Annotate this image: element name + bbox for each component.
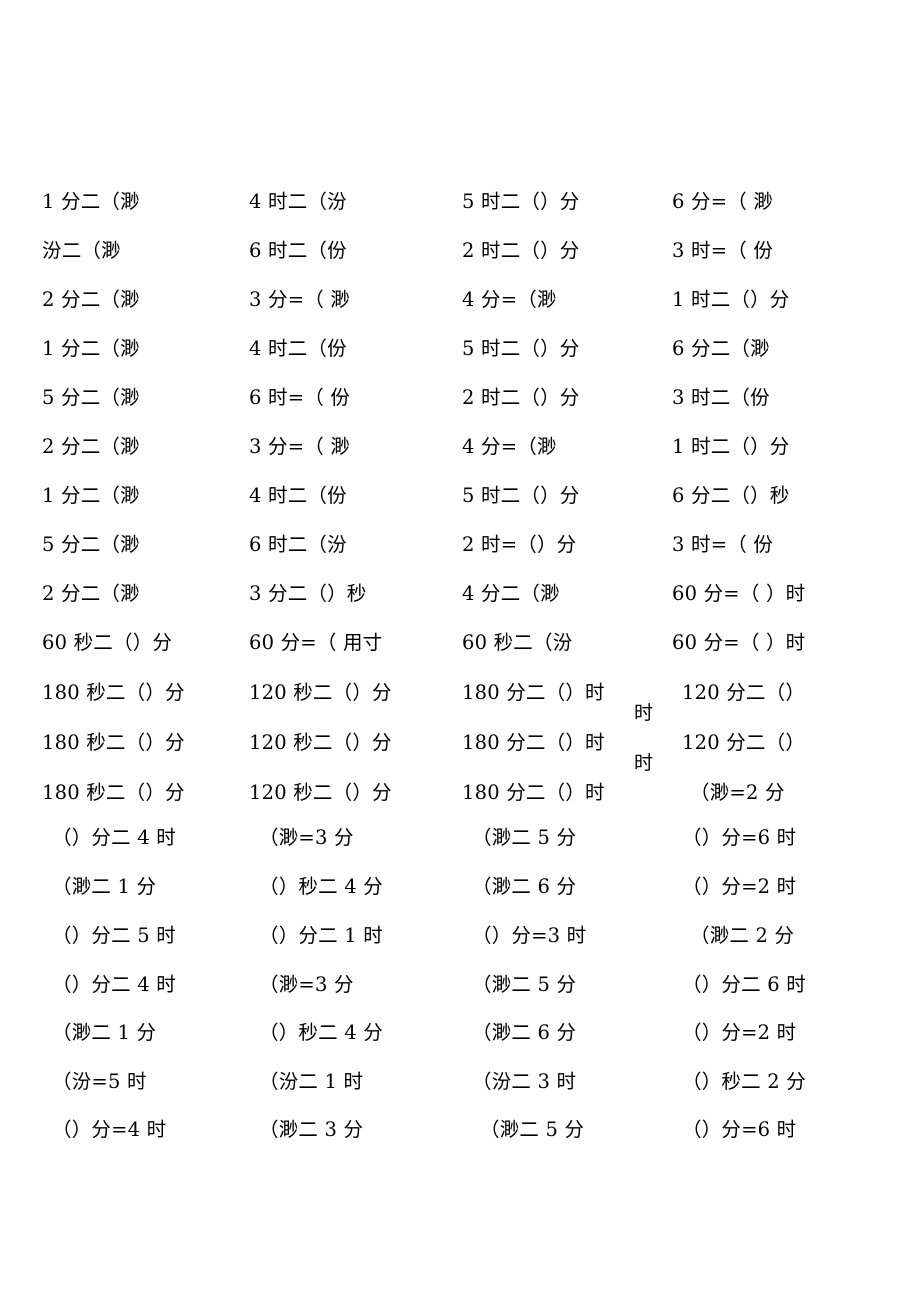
exercise-item[interactable]: （）分=2 时 xyxy=(682,877,796,897)
exercise-item[interactable]: 180 分二（）时 xyxy=(462,733,605,753)
exercise-item[interactable]: （渺二 5 分 xyxy=(472,828,576,848)
exercise-item[interactable]: 2 分二（渺 xyxy=(42,290,140,310)
exercise-item[interactable]: （渺二 1 分 xyxy=(52,877,156,897)
exercise-item[interactable]: 4 分=（渺 xyxy=(462,290,557,310)
exercise-item[interactable]: 3 分=（ 渺 xyxy=(249,437,350,457)
exercise-item[interactable]: 120 分二（） xyxy=(682,733,805,753)
exercise-item[interactable]: 3 时二（份 xyxy=(672,388,770,408)
exercise-item[interactable]: 5 分二（渺 xyxy=(42,535,140,555)
exercise-item[interactable]: 4 时二（汾 xyxy=(249,192,347,212)
exercise-item[interactable]: 180 分二（）时 xyxy=(462,683,605,703)
exercise-item[interactable]: 1 分二（渺 xyxy=(42,486,140,506)
exercise-item[interactable]: （渺二 6 分 xyxy=(472,877,576,897)
exercise-item[interactable]: （汾二 3 时 xyxy=(472,1072,576,1092)
exercise-item[interactable]: 6 分二（渺 xyxy=(672,339,770,359)
exercise-item[interactable]: 4 分=（渺 xyxy=(462,437,557,457)
exercise-item[interactable]: 3 分二（）秒 xyxy=(249,584,367,604)
exercise-item[interactable]: 1 分二（渺 xyxy=(42,339,140,359)
exercise-item[interactable]: （渺=3 分 xyxy=(259,828,354,848)
worksheet-page: 1 分二（渺 4 时二（汾 5 时二（）分 6 分=（ 渺汾二（渺 6 时二（份 2 时二… xyxy=(0,0,920,1301)
stray-character: 时 xyxy=(634,752,654,774)
exercise-item[interactable]: 120 秒二（）分 xyxy=(249,733,392,753)
exercise-item[interactable]: （渺二 5 分 xyxy=(472,975,576,995)
exercise-item[interactable]: 1 分二（渺 xyxy=(42,192,140,212)
exercise-item[interactable]: 3 时=（ 份 xyxy=(672,535,773,555)
exercise-item[interactable]: （）分=3 时 xyxy=(472,926,586,946)
exercise-item[interactable]: （）分=6 时 xyxy=(682,828,796,848)
exercise-item[interactable]: （渺二 6 分 xyxy=(472,1023,576,1043)
exercise-item[interactable]: 5 时二（）分 xyxy=(462,339,580,359)
exercise-item[interactable]: 汾二（渺 xyxy=(42,241,121,261)
exercise-item[interactable]: 5 时二（）分 xyxy=(462,192,580,212)
exercise-item[interactable]: 180 秒二（）分 xyxy=(42,683,185,703)
exercise-item[interactable]: 2 分二（渺 xyxy=(42,437,140,457)
exercise-item[interactable]: 5 分二（渺 xyxy=(42,388,140,408)
exercise-item[interactable]: （渺二 1 分 xyxy=(52,1023,156,1043)
exercise-item[interactable]: （渺二 5 分 xyxy=(480,1120,584,1140)
exercise-item[interactable]: （）分二 4 时 xyxy=(52,828,176,848)
exercise-item[interactable]: （）分=4 时 xyxy=(52,1120,166,1140)
exercise-item[interactable]: 6 分二（）秒 xyxy=(672,486,790,506)
exercise-item[interactable]: 60 秒二（）分 xyxy=(42,633,172,653)
exercise-item[interactable]: （）分二 1 时 xyxy=(259,926,383,946)
exercise-item[interactable]: 1 时二（）分 xyxy=(672,437,790,457)
exercise-item[interactable]: （渺=2 分 xyxy=(690,783,785,803)
exercise-item[interactable]: （渺二 3 分 xyxy=(259,1120,363,1140)
exercise-item[interactable]: 6 时二（份 xyxy=(249,241,347,261)
exercise-item[interactable]: 3 分=（ 渺 xyxy=(249,290,350,310)
exercise-item[interactable]: 6 分=（ 渺 xyxy=(672,192,773,212)
exercise-item[interactable]: 4 分二（渺 xyxy=(462,584,560,604)
exercise-item[interactable]: 180 秒二（）分 xyxy=(42,733,185,753)
exercise-item[interactable]: （）分=6 时 xyxy=(682,1120,796,1140)
exercise-item[interactable]: （）秒二 4 分 xyxy=(259,877,383,897)
exercise-item[interactable]: 60 分=（ ）时 xyxy=(672,633,805,653)
exercise-item[interactable]: （）秒二 2 分 xyxy=(682,1072,806,1092)
exercise-item[interactable]: （渺二 2 分 xyxy=(690,926,794,946)
exercise-item[interactable]: （汾=5 时 xyxy=(52,1072,147,1092)
exercise-item[interactable]: （）分=2 时 xyxy=(682,1023,796,1043)
exercise-item[interactable]: 2 时二（）分 xyxy=(462,241,580,261)
exercise-item[interactable]: 1 时二（）分 xyxy=(672,290,790,310)
exercise-item[interactable]: （）分二 5 时 xyxy=(52,926,176,946)
exercise-item[interactable]: （渺=3 分 xyxy=(259,975,354,995)
exercise-item[interactable]: （汾二 1 时 xyxy=(259,1072,363,1092)
exercise-item[interactable]: 5 时二（）分 xyxy=(462,486,580,506)
stray-character: 时 xyxy=(634,702,654,724)
exercise-item[interactable]: 60 分=（ ）时 xyxy=(672,584,805,604)
exercise-item[interactable]: 6 时=（ 份 xyxy=(249,388,350,408)
exercise-item[interactable]: 4 时二（份 xyxy=(249,339,347,359)
exercise-item[interactable]: 4 时二（份 xyxy=(249,486,347,506)
exercise-item[interactable]: 6 时二（汾 xyxy=(249,535,347,555)
exercise-item[interactable]: （）分二 6 时 xyxy=(682,975,806,995)
exercise-item[interactable]: 60 秒二（汾 xyxy=(462,633,572,653)
exercise-item[interactable]: 2 时二（）分 xyxy=(462,388,580,408)
exercise-item[interactable]: 180 秒二（）分 xyxy=(42,783,185,803)
exercise-item[interactable]: 3 时=（ 份 xyxy=(672,241,773,261)
exercise-item[interactable]: 2 时=（）分 xyxy=(462,535,576,555)
exercise-item[interactable]: 120 秒二（）分 xyxy=(249,683,392,703)
exercise-item[interactable]: 2 分二（渺 xyxy=(42,584,140,604)
exercise-item[interactable]: 180 分二（）时 xyxy=(462,783,605,803)
exercise-item[interactable]: 120 分二（） xyxy=(682,683,805,703)
exercise-item[interactable]: （）分二 4 时 xyxy=(52,975,176,995)
exercise-item[interactable]: 120 秒二（）分 xyxy=(249,783,392,803)
exercise-item[interactable]: 60 分=（ 用寸 xyxy=(249,633,382,653)
exercise-item[interactable]: （）秒二 4 分 xyxy=(259,1023,383,1043)
